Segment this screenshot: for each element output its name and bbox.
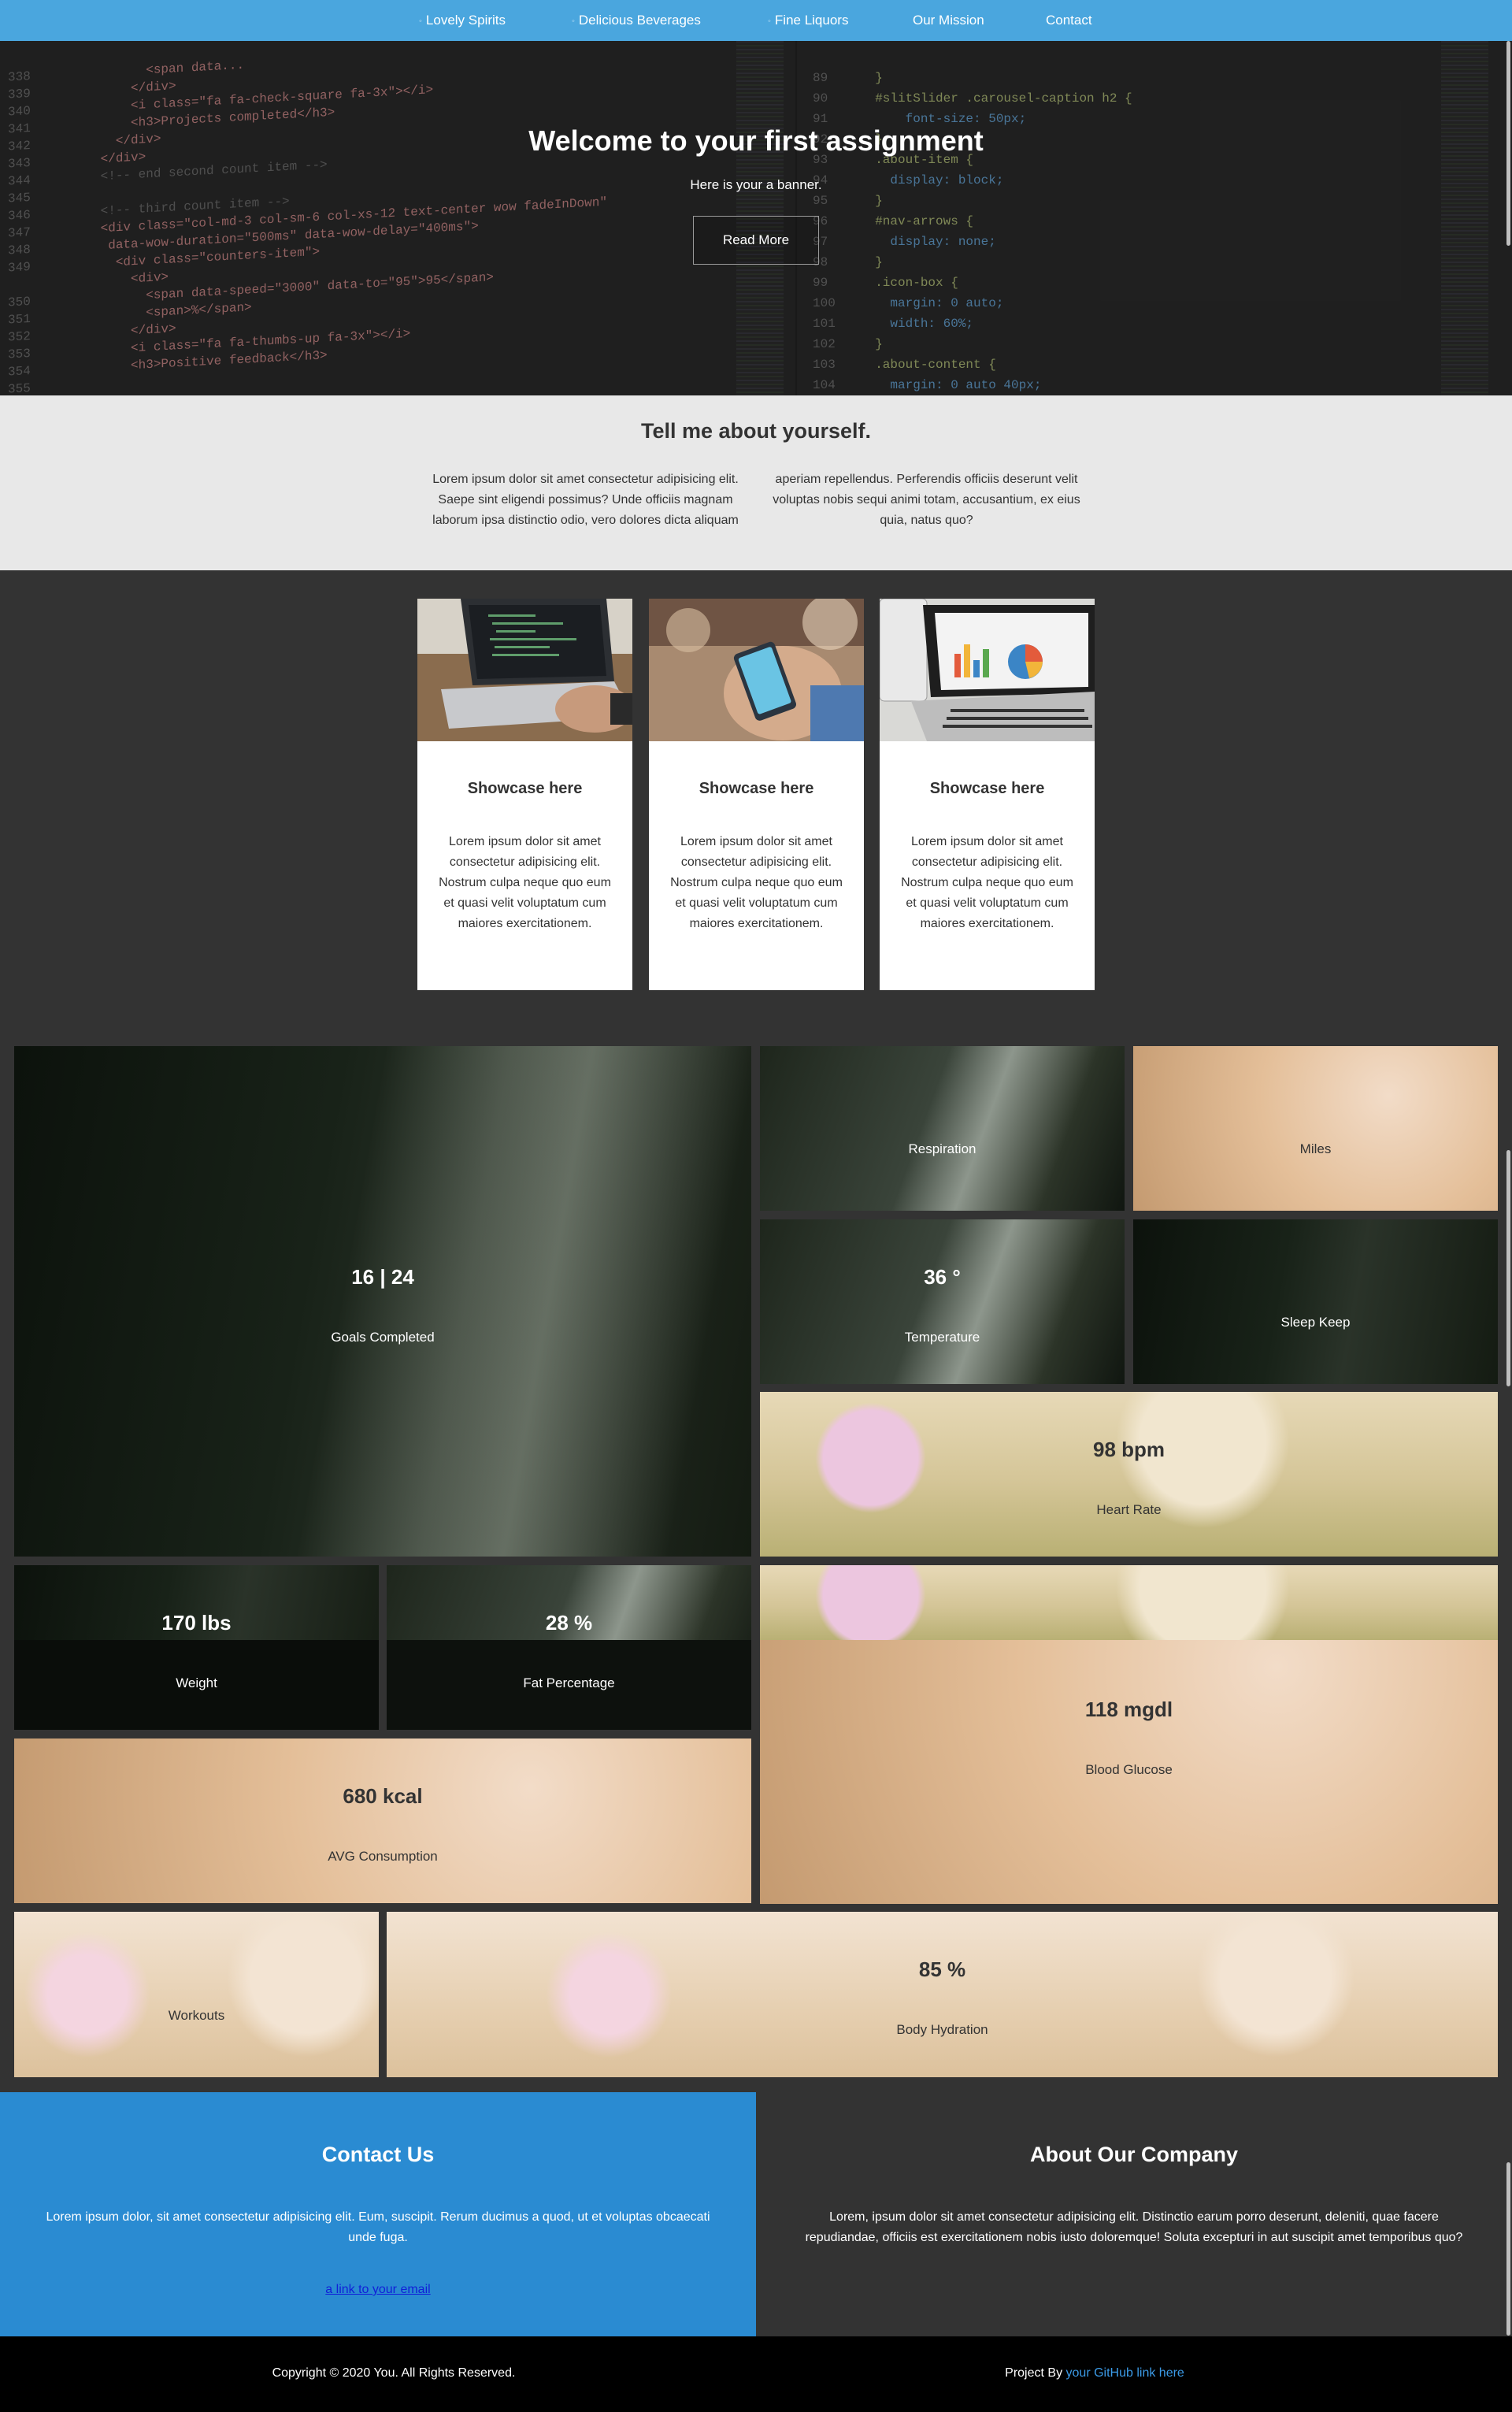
stat-label: Heart Rate — [1096, 1502, 1162, 1517]
stat-tile-blood-glucose[interactable]: 118 mgdl Blood Glucose — [760, 1565, 1498, 1904]
card-text: Lorem ipsum dolor sit amet consectetur a… — [670, 835, 843, 930]
forest-image — [760, 1046, 1125, 1211]
about-title: Tell me about yourself. — [640, 419, 872, 443]
nav-link-label: Fine Liquors — [774, 13, 849, 28]
card-title: Showcase here — [699, 780, 814, 797]
project-by-label: Project By — [1005, 2366, 1063, 2380]
company-title: About Our Company — [1030, 2143, 1238, 2166]
laptop-coding-image — [417, 599, 632, 741]
email-link[interactable]: a link to your email — [0, 2283, 756, 2297]
stat-label: Sleep Keep — [1280, 1315, 1351, 1330]
nav-link-label: Delicious Beverages — [578, 13, 701, 28]
stat-value: 16 | 24 — [351, 1265, 414, 1289]
footer: Copyright © 2020 You. All Rights Reserve… — [0, 2336, 1512, 2412]
laptop-charts-image — [880, 599, 1095, 741]
nav-link-fine-liquors[interactable]: ◦ Fine Liquors — [768, 0, 848, 41]
sand-image — [14, 1738, 751, 1903]
showcase-section: Showcase here Lorem ipsum dolor sit amet… — [0, 570, 1512, 1027]
nav-link-delicious-beverages[interactable]: ◦ Delicious Beverages — [572, 0, 701, 41]
stat-tile-heart-rate[interactable]: 98 bpm Heart Rate — [760, 1392, 1498, 1557]
company-text: Lorem, ipsum dolor sit amet consectetur … — [805, 2210, 1463, 2244]
flowers-image — [760, 1565, 1498, 1640]
copyright-text: Copyright © 2020 You. All Rights Reserve… — [272, 2366, 516, 2380]
hero-subtitle: Here is your a banner. — [690, 177, 822, 192]
hero-banner: 338 <span data... 339 </div> 340 <i class=… — [0, 41, 1512, 395]
stat-label: Body Hydration — [896, 2022, 988, 2037]
phone-in-hands-image — [649, 599, 864, 741]
about-section: Tell me about yourself. Lorem ipsum dolo… — [0, 395, 1512, 570]
card-text: Lorem ipsum dolor sit amet consectetur a… — [901, 835, 1073, 930]
card-text: Lorem ipsum dolor sit amet consectetur a… — [439, 835, 611, 930]
contact-title: Contact Us — [321, 2143, 435, 2166]
card-title: Showcase here — [467, 780, 583, 797]
light-rays — [14, 1046, 751, 1557]
stat-label: Temperature — [904, 1330, 980, 1345]
stat-value: 98 bpm — [1092, 1438, 1166, 1461]
flowers-image — [387, 1912, 1498, 2077]
stat-label: Blood Glucose — [1085, 1762, 1173, 1777]
bullet-icon: ◦ — [768, 17, 771, 26]
forest-image — [1133, 1219, 1498, 1384]
nav-link-our-mission[interactable]: Our Mission — [913, 0, 984, 41]
scrollbar-thumb[interactable] — [1506, 1150, 1510, 1386]
company-section: About Our Company Lorem, ipsum dolor sit… — [756, 2092, 1512, 2336]
stat-label: Weight — [176, 1675, 217, 1690]
scrollbar-thumb[interactable] — [1506, 41, 1510, 246]
stat-label: Goals Completed — [331, 1330, 435, 1345]
stat-tile-weight[interactable]: 170 lbs Weight — [14, 1565, 379, 1730]
bullet-icon: ◦ — [572, 17, 575, 26]
sand-image — [1133, 1046, 1498, 1211]
contact-text: Lorem ipsum dolor, sit amet consectetur … — [46, 2210, 710, 2244]
top-nav: ◦ Lovely Spirits ◦ Delicious Beverages ◦ Fi… — [0, 0, 1512, 41]
showcase-card[interactable]: Showcase here Lorem ipsum dolor sit amet… — [417, 599, 632, 990]
stat-value: 36 ° — [924, 1265, 961, 1289]
scrollbar-thumb[interactable] — [1506, 2162, 1510, 2336]
stat-tile-miles[interactable]: Miles — [1133, 1046, 1498, 1211]
stat-tile-workouts[interactable]: Workouts — [14, 1912, 379, 2077]
stat-value: 170 lbs — [161, 1611, 232, 1635]
stat-label: Miles — [1299, 1141, 1332, 1156]
stat-label: AVG Consumption — [328, 1849, 438, 1864]
nav-link-lovely-spirits[interactable]: ◦ Lovely Spirits — [419, 0, 506, 41]
flowers-image — [14, 1912, 379, 2077]
flowers-image — [760, 1392, 1498, 1557]
github-link[interactable]: your GitHub link here — [1066, 2366, 1184, 2380]
about-text: Lorem ipsum dolor sit amet consectetur a… — [432, 473, 1080, 527]
showcase-card[interactable]: Showcase here Lorem ipsum dolor sit amet… — [880, 599, 1095, 990]
forest-image — [760, 1219, 1125, 1384]
stat-tile-goals[interactable]: 16 | 24 Goals Completed — [14, 1046, 751, 1557]
stat-tile-sleep-keep[interactable]: Sleep Keep — [1133, 1219, 1498, 1384]
stat-value: 85 % — [918, 1957, 966, 1981]
stat-value: 118 mgdl — [1084, 1698, 1173, 1721]
stat-tile-body-hydration[interactable]: 85 % Body Hydration — [387, 1912, 1498, 2077]
stat-tile-avg-consumption[interactable]: 680 kcal AVG Consumption — [14, 1738, 751, 1903]
stat-label: Workouts — [168, 2008, 225, 2023]
stat-value: 680 kcal — [343, 1784, 423, 1808]
card-title: Showcase here — [929, 780, 1045, 797]
nav-link-label: Lovely Spirits — [425, 13, 506, 28]
read-more-button[interactable]: Read More — [693, 216, 819, 265]
showcase-card[interactable]: Showcase here Lorem ipsum dolor sit amet… — [649, 599, 864, 990]
stat-value: 28 % — [545, 1611, 593, 1635]
stat-label: Fat Percentage — [523, 1675, 615, 1690]
project-by: Project By your GitHub link here — [788, 2366, 1402, 2380]
nav-link-contact[interactable]: Contact — [1046, 0, 1092, 41]
hero-title: Welcome to your first assignment — [528, 124, 984, 157]
stat-label: Respiration — [908, 1141, 976, 1156]
stat-tile-respiration[interactable]: Respiration — [760, 1046, 1125, 1211]
bullet-icon: ◦ — [419, 17, 422, 26]
stat-tile-temperature[interactable]: 36 ° Temperature — [760, 1219, 1125, 1384]
stat-tile-fat-percentage[interactable]: 28 % Fat Percentage — [387, 1565, 751, 1730]
contact-section: Contact Us Lorem ipsum dolor, sit amet c… — [0, 2092, 756, 2336]
